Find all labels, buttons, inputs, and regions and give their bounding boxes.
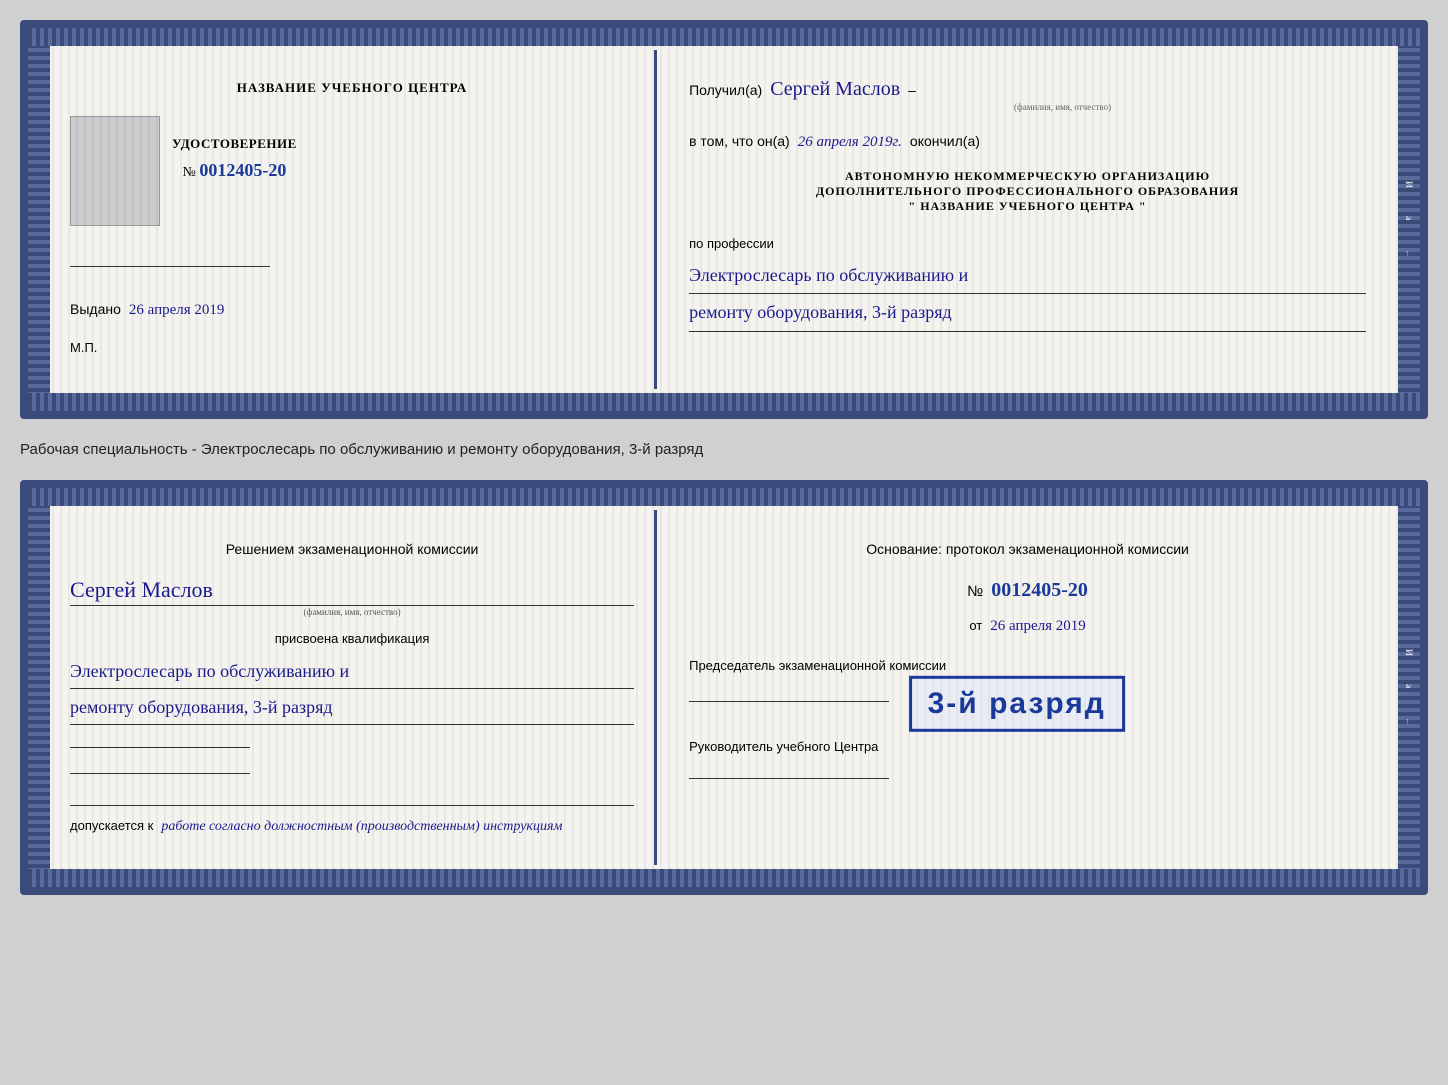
director-sig-line bbox=[689, 778, 889, 779]
side-char-left: ← bbox=[1404, 249, 1414, 258]
side-char-и-2: И bbox=[1404, 649, 1414, 656]
director-label: Руководитель учебного Центра bbox=[689, 737, 1366, 758]
sig-line-1 bbox=[70, 747, 250, 748]
issued-date: 26 апреля 2019 bbox=[129, 302, 225, 318]
right-texture-1: И а ← bbox=[1398, 28, 1420, 411]
qual-line2-wrap: ремонту оборудования, 3-й разряд bbox=[70, 693, 634, 725]
card2-name: Сергей Маслов bbox=[70, 577, 213, 602]
fio-label-2: (фамилия, имя, отчество) bbox=[70, 607, 634, 617]
cert-number-label: № bbox=[182, 165, 195, 180]
card2-inner: Решением экзаменационной комиссии Сергей… bbox=[50, 488, 1398, 887]
sig-line-2-wrap bbox=[70, 763, 634, 781]
assigned-label: присвоена квалификация bbox=[70, 629, 634, 650]
decision-label: Решением экзаменационной комиссии bbox=[70, 538, 634, 560]
stamp-text: 3-й разряд bbox=[928, 687, 1106, 720]
sig-line-2 bbox=[70, 773, 250, 774]
card1-left-panel: НАЗВАНИЕ УЧЕБНОГО ЦЕНТРА УДОСТОВЕРЕНИЕ №… bbox=[50, 50, 654, 389]
finished-label: окончил(а) bbox=[910, 130, 980, 152]
profession-line1: Электрослесарь по обслуживанию и bbox=[689, 265, 968, 285]
left-texture-2 bbox=[28, 488, 50, 887]
side-char-left-2: ← bbox=[1404, 717, 1414, 726]
admitted-label: допускается к bbox=[70, 818, 153, 833]
received-label: Получил(а) bbox=[689, 79, 762, 101]
basis-label: Основание: протокол экзаменационной коми… bbox=[689, 538, 1366, 560]
card1-divider bbox=[654, 50, 657, 389]
side-char-и: И bbox=[1404, 181, 1414, 188]
card1-inner: НАЗВАНИЕ УЧЕБНОГО ЦЕНТРА УДОСТОВЕРЕНИЕ №… bbox=[50, 28, 1398, 411]
stamp-box: 3-й разряд bbox=[909, 676, 1125, 732]
right-texture-2: И а ← bbox=[1398, 488, 1420, 887]
date-label-2: от bbox=[969, 618, 982, 633]
profession-line2: ремонту оборудования, 3-й разряд bbox=[689, 302, 952, 322]
card1-sig-line bbox=[70, 266, 270, 267]
qual-line1: Электрослесарь по обслуживанию и bbox=[70, 661, 349, 681]
profession-block: по профессии Электрослесарь по обслужива… bbox=[689, 234, 1366, 332]
card1-issued-row: Выдано 26 апреля 2019 bbox=[70, 298, 634, 320]
side-char-а: а bbox=[1404, 216, 1414, 221]
profession-line1-wrap: Электрослесарь по обслуживанию и bbox=[689, 261, 1366, 295]
card2-number-block: № 0012405-20 bbox=[689, 579, 1366, 604]
mp-label: М.П. bbox=[70, 338, 97, 359]
cert-label: УДОСТОВЕРЕНИЕ bbox=[172, 136, 297, 152]
card2-qual-block: Электрослесарь по обслуживанию и ремонту… bbox=[70, 657, 634, 725]
certificate-card-2: Решением экзаменационной комиссии Сергей… bbox=[20, 480, 1428, 895]
profession-label: по профессии bbox=[689, 234, 1366, 255]
number-value-2: 0012405-20 bbox=[991, 579, 1088, 601]
issued-label: Выдано bbox=[70, 301, 121, 317]
card1-school-name: НАЗВАНИЕ УЧЕБНОГО ЦЕНТРА bbox=[237, 80, 468, 96]
side-char-а-2: а bbox=[1404, 684, 1414, 689]
page-wrapper: НАЗВАНИЕ УЧЕБНОГО ЦЕНТРА УДОСТОВЕРЕНИЕ №… bbox=[20, 20, 1428, 895]
org-line2: ДОПОЛНИТЕЛЬНОГО ПРОФЕССИОНАЛЬНОГО ОБРАЗО… bbox=[689, 184, 1366, 199]
date-row: в том, что он(а) 26 апреля 2019г. окончи… bbox=[689, 130, 1366, 152]
card1-photo-cert-row: УДОСТОВЕРЕНИЕ № 0012405-20 bbox=[70, 116, 634, 226]
card1-sig-area bbox=[70, 256, 634, 274]
profession-line2-wrap: ремонту оборудования, 3-й разряд bbox=[689, 298, 1366, 332]
org-line1: АВТОНОМНУЮ НЕКОММЕРЧЕСКУЮ ОРГАНИЗАЦИЮ bbox=[689, 169, 1366, 184]
chairman-label: Председатель экзаменационной комиссии bbox=[689, 656, 1366, 677]
chairman-sig-line bbox=[689, 701, 889, 702]
director-block: Руководитель учебного Центра bbox=[689, 737, 1366, 786]
admitted-block: допускается к работе согласно должностны… bbox=[70, 805, 634, 837]
recipient-name: Сергей Маслов bbox=[770, 78, 900, 101]
sig-lines-block bbox=[70, 737, 634, 781]
qual-line2: ремонту оборудования, 3-й разряд bbox=[70, 697, 333, 717]
card2-date-block: от 26 апреля 2019 bbox=[689, 616, 1366, 637]
cert-number: 0012405-20 bbox=[199, 160, 286, 180]
between-label: Рабочая специальность - Электрослесарь п… bbox=[20, 437, 1428, 462]
left-texture-1 bbox=[28, 28, 50, 411]
cert-number-line: № 0012405-20 bbox=[182, 160, 286, 181]
admitted-value: работе согласно должностным (производств… bbox=[161, 819, 562, 834]
certificate-card-1: НАЗВАНИЕ УЧЕБНОГО ЦЕНТРА УДОСТОВЕРЕНИЕ №… bbox=[20, 20, 1428, 419]
card2-divider bbox=[654, 510, 657, 865]
fio-label-1: (фамилия, имя, отчество) bbox=[759, 102, 1366, 112]
card2-name-underline: Сергей Маслов bbox=[70, 577, 634, 606]
date-value-2: 26 апреля 2019 bbox=[990, 618, 1086, 634]
date-label-1: в том, что он(а) bbox=[689, 130, 790, 152]
card1-cert-label-block: УДОСТОВЕРЕНИЕ № 0012405-20 bbox=[172, 136, 297, 181]
card1-right-panel: Получил(а) Сергей Маслов – (фамилия, имя… bbox=[657, 50, 1398, 389]
org-line3: " НАЗВАНИЕ УЧЕБНОГО ЦЕНТРА " bbox=[689, 199, 1366, 214]
number-label-2: № bbox=[967, 583, 983, 600]
org-block: АВТОНОМНУЮ НЕКОММЕРЧЕСКУЮ ОРГАНИЗАЦИЮ ДО… bbox=[689, 169, 1366, 214]
card2-right-panel: Основание: протокол экзаменационной коми… bbox=[657, 510, 1398, 865]
received-row: Получил(а) Сергей Маслов – bbox=[689, 78, 1366, 101]
photo-placeholder bbox=[70, 116, 160, 226]
qual-line1-wrap: Электрослесарь по обслуживанию и bbox=[70, 657, 634, 689]
date-value-1: 26 апреля 2019г. bbox=[798, 134, 902, 151]
card2-left-panel: Решением экзаменационной комиссии Сергей… bbox=[50, 510, 654, 865]
card2-name-block: Сергей Маслов (фамилия, имя, отчество) bbox=[70, 577, 634, 617]
